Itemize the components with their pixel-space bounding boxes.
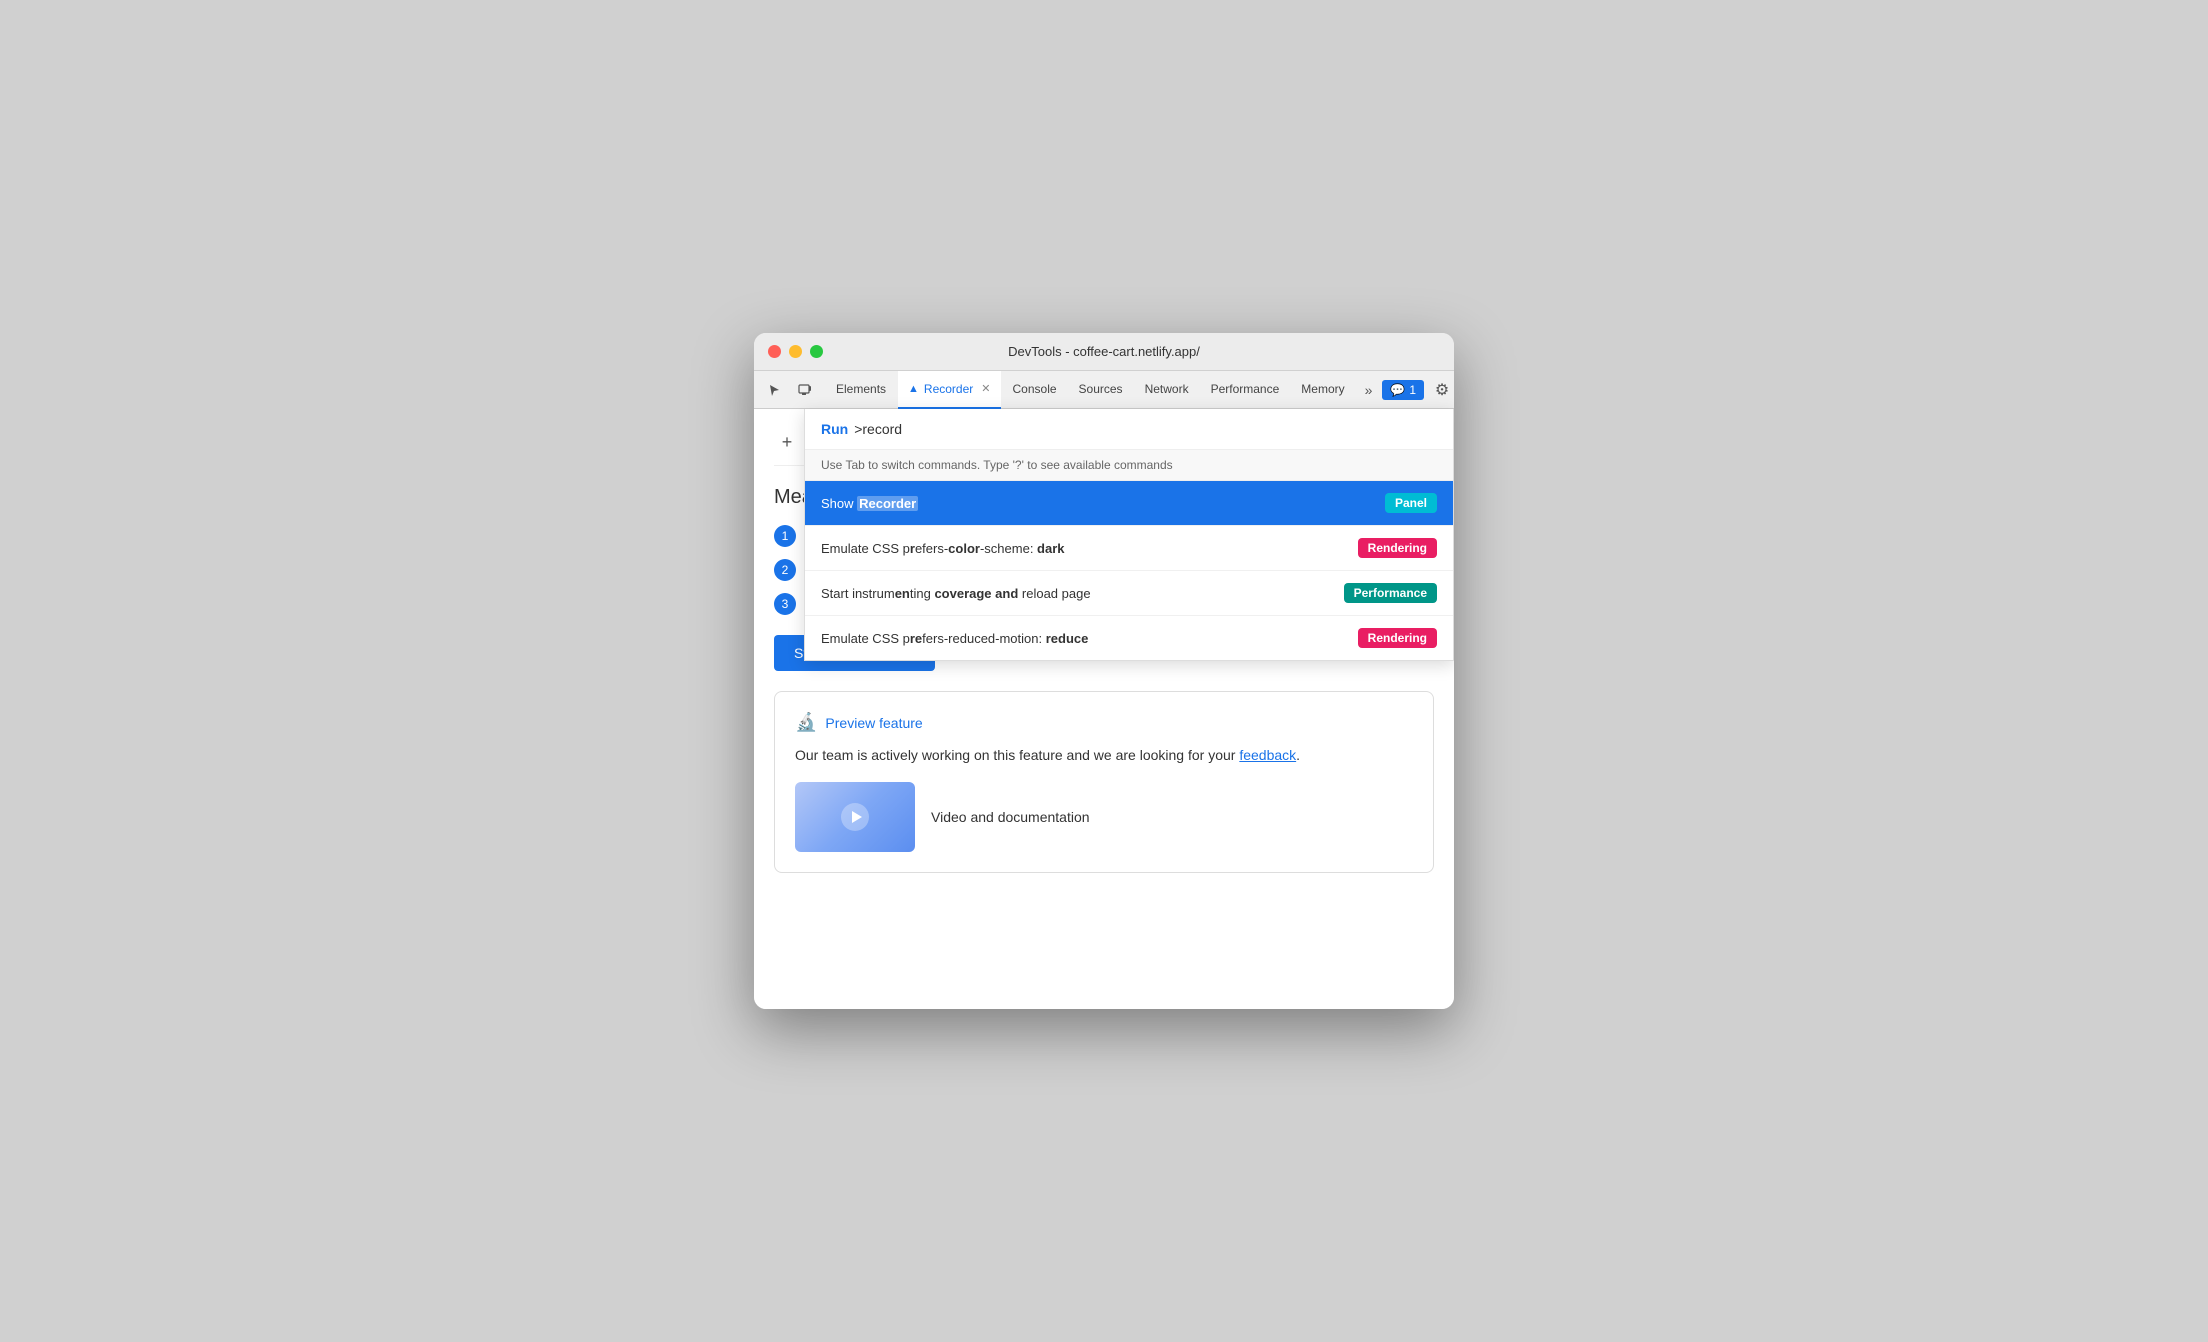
cmd-item-text-show-recorder: Show Recorder [821,496,1385,511]
tab-recorder[interactable]: ▲ Recorder ✕ [898,371,1000,409]
feedback-count-button[interactable]: 💬 1 [1382,380,1424,400]
more-tabs-button[interactable]: » [1359,379,1379,401]
settings-button[interactable]: ⚙ [1428,376,1454,404]
chat-icon: 💬 [1390,383,1405,397]
step-number-3: 3 [774,593,796,615]
tab-icon-group [762,377,818,403]
preview-card: 🔬 Preview feature Our team is actively w… [774,691,1434,873]
devtools-tabbar: Elements ▲ Recorder ✕ Console Sources Ne… [754,371,1454,409]
step-number-2: 2 [774,559,796,581]
cmd-item-emulate-dark[interactable]: Emulate CSS prefers-color-scheme: dark R… [805,526,1453,571]
window-title: DevTools - coffee-cart.netlify.app/ [1008,344,1200,359]
cmd-item-show-recorder[interactable]: Show Recorder Panel [805,481,1453,526]
cmd-item-start-instrumenting[interactable]: Start instrumenting coverage and reload … [805,571,1453,616]
cmd-item-text-emulate-reduce: Emulate CSS prefers-reduced-motion: redu… [821,631,1358,646]
cmd-badge-panel: Panel [1385,493,1437,513]
command-hint: Use Tab to switch commands. Type '?' to … [805,450,1453,481]
tab-console[interactable]: Console [1003,371,1067,409]
cmd-item-text-emulate-dark: Emulate CSS prefers-color-scheme: dark [821,541,1358,556]
preview-feature-label: Preview feature [825,715,922,731]
maximize-button[interactable] [810,345,823,358]
tab-close-icon[interactable]: ✕ [981,382,990,395]
record-icon: ▲ [908,383,919,395]
beaker-icon: 🔬 [795,712,817,733]
cmd-badge-rendering-1: Rendering [1358,538,1437,558]
tab-sources[interactable]: Sources [1069,371,1133,409]
cmd-badge-rendering-2: Rendering [1358,628,1437,648]
preview-feature-header: 🔬 Preview feature [795,712,1413,733]
run-label: Run [821,421,848,437]
step-number-1: 1 [774,525,796,547]
command-palette: Run >record Use Tab to switch commands. … [804,409,1454,661]
tab-performance[interactable]: Performance [1201,371,1290,409]
minimize-button[interactable] [789,345,802,358]
device-icon[interactable] [792,377,818,403]
devtools-body: + No recordings Send feedback Measure pe… [754,409,1454,1009]
cursor-icon[interactable] [762,377,788,403]
tab-elements[interactable]: Elements [826,371,896,409]
video-thumbnail [795,782,915,852]
feedback-link[interactable]: feedback [1239,747,1296,763]
cmd-item-emulate-reduce[interactable]: Emulate CSS prefers-reduced-motion: redu… [805,616,1453,660]
devtools-window: DevTools - coffee-cart.netlify.app/ Elem… [754,333,1454,1009]
video-doc-label: Video and documentation [931,809,1090,825]
video-doc-section: Video and documentation [795,782,1413,852]
cmd-badge-performance: Performance [1344,583,1437,603]
cmd-item-text-instrumenting: Start instrumenting coverage and reload … [821,586,1344,601]
command-input-row: Run >record [805,409,1453,450]
add-recording-button[interactable]: + [774,429,800,455]
close-button[interactable] [768,345,781,358]
traffic-lights [768,345,823,358]
command-input-text[interactable]: >record [854,421,902,437]
preview-description: Our team is actively working on this fea… [795,745,1413,766]
tabs-right-actions: » 💬 1 ⚙ ⋮ [1359,376,1454,404]
titlebar: DevTools - coffee-cart.netlify.app/ [754,333,1454,371]
tab-network[interactable]: Network [1135,371,1199,409]
tab-memory[interactable]: Memory [1291,371,1354,409]
